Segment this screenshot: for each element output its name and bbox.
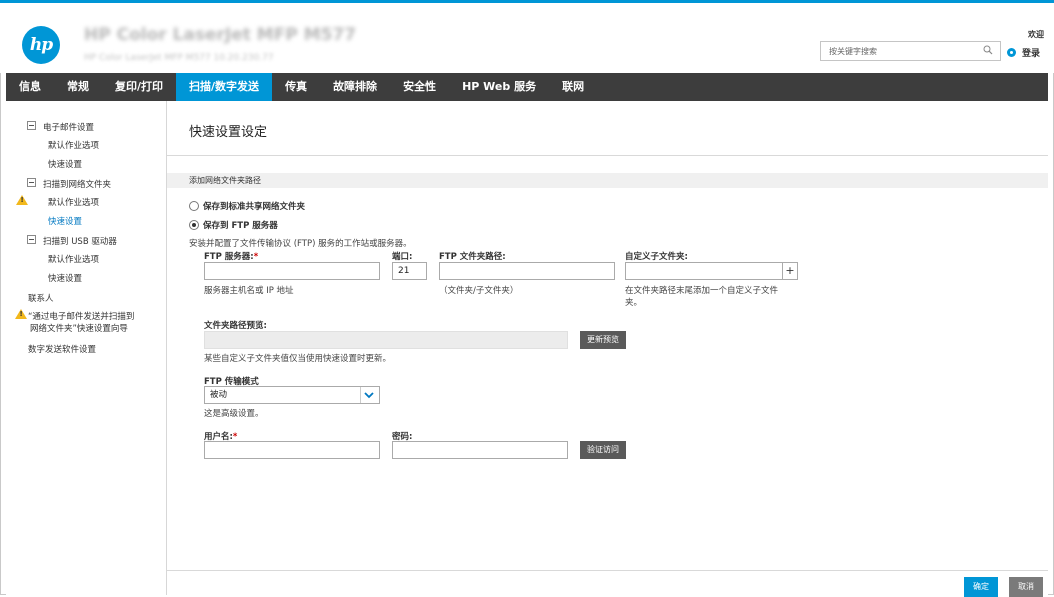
tab-scan-digital-send[interactable]: 扫描/数字发送 <box>176 73 273 101</box>
sidebar-item-digital-sending-software[interactable]: 数字发送软件设置 <box>28 343 96 355</box>
sidebar-item-folder-default-options[interactable]: 默认作业选项 <box>48 196 99 208</box>
transfer-mode-select[interactable]: 被动 <box>204 386 380 404</box>
search-input[interactable] <box>821 42 971 60</box>
custom-subfolder-hint-line2: 夹。 <box>625 298 643 308</box>
collapse-icon[interactable] <box>27 121 36 130</box>
ftp-server-input[interactable] <box>204 262 380 280</box>
sidebar-item-scan-usb[interactable]: 扫描到 USB 驱动器 <box>43 235 117 247</box>
required-mark: * <box>253 252 259 262</box>
warning-icon <box>16 195 28 205</box>
sidebar-item-contacts[interactable]: 联系人 <box>28 292 54 304</box>
search-icon[interactable] <box>983 45 993 55</box>
header: hp HP Color LaserJet MFP M577 HP Color L… <box>0 3 1054 73</box>
sidebar-item-wizard-line2[interactable]: 网络文件夹”快速设置向导 <box>30 322 128 334</box>
username-input[interactable] <box>204 441 380 459</box>
select-separator <box>360 387 361 403</box>
chevron-down-icon[interactable] <box>363 389 375 401</box>
custom-subfolder-input[interactable] <box>625 262 783 280</box>
radio-button[interactable] <box>189 201 199 211</box>
password-input[interactable] <box>392 441 568 459</box>
ok-button[interactable]: 确定 <box>964 577 998 597</box>
add-subfolder-button[interactable]: + <box>782 262 798 280</box>
tab-info[interactable]: 信息 <box>6 73 54 101</box>
collapse-icon[interactable] <box>27 178 36 187</box>
tab-security[interactable]: 安全性 <box>390 73 449 101</box>
sidebar-item-usb-quick-sets[interactable]: 快速设置 <box>48 272 82 284</box>
main-content: 快速设置设定 添加网络文件夹路径 保存到标准共享网络文件夹 保存到 FTP 服务… <box>167 101 1048 597</box>
sidebar-item-email-quick-sets[interactable]: 快速设置 <box>48 158 82 170</box>
radio-button[interactable] <box>189 220 199 230</box>
custom-subfolder-hint: 在文件夹路径末尾添加一个自定义子文件 <box>625 286 779 296</box>
tab-hp-web-services[interactable]: HP Web 服务 <box>449 73 549 101</box>
page-title: 快速设置设定 <box>189 125 268 140</box>
preview-label: 文件夹路径预览: <box>204 321 267 331</box>
ftp-server-label: FTP 服务器:* <box>204 250 258 262</box>
ftp-server-label-text: FTP 服务器: <box>204 252 254 262</box>
hp-logo: hp <box>22 26 60 64</box>
tab-copy-print[interactable]: 复印/打印 <box>102 73 176 101</box>
radio-shared-folder[interactable]: 保存到标准共享网络文件夹 <box>189 200 305 212</box>
sidebar-item-email-default-options[interactable]: 默认作业选项 <box>48 139 99 151</box>
login-label: 登录 <box>1022 49 1041 59</box>
port-input[interactable]: 21 <box>392 262 427 280</box>
port-label: 端口: <box>392 252 413 262</box>
advanced-note: 这是高级设置。 <box>204 409 264 419</box>
tab-general[interactable]: 常规 <box>54 73 102 101</box>
radio-ftp-server-label: 保存到 FTP 服务器 <box>203 221 278 231</box>
verify-access-button[interactable]: 验证访问 <box>580 441 626 459</box>
sidebar: 电子邮件设置 默认作业选项 快速设置 扫描到网络文件夹 默认作业选项 快速设置 … <box>6 101 167 595</box>
welcome-text: 欢迎 <box>1028 30 1044 39</box>
cancel-button[interactable]: 取消 <box>1009 577 1043 597</box>
ftp-path-label: FTP 文件夹路径: <box>439 252 506 262</box>
user-icon <box>1007 48 1016 57</box>
radio-shared-folder-label: 保存到标准共享网络文件夹 <box>203 202 306 212</box>
ftp-path-input[interactable] <box>439 262 615 280</box>
ftp-path-hint: （文件夹/子文件夹） <box>439 286 519 296</box>
search-box[interactable] <box>820 41 1001 61</box>
login-link[interactable]: 登录 <box>1007 46 1040 59</box>
sidebar-item-wizard[interactable]: “通过电子邮件发送并扫描到 <box>28 310 134 322</box>
divider <box>167 155 1048 156</box>
transfer-mode-value: 被动 <box>210 390 228 400</box>
update-preview-button[interactable]: 更新预览 <box>580 331 626 349</box>
footer-divider <box>167 570 1048 571</box>
section-header: 添加网络文件夹路径 <box>167 173 1048 188</box>
tab-fax[interactable]: 传真 <box>272 73 320 101</box>
tab-troubleshooting[interactable]: 故障排除 <box>320 73 390 101</box>
main-nav: 信息 常规 复印/打印 扫描/数字发送 传真 故障排除 安全性 HP Web 服… <box>6 73 1048 101</box>
printer-address: HP Color LaserJet MFP M577 10.20.230.77 <box>84 53 274 63</box>
warning-icon <box>15 309 27 319</box>
preview-note: 某些自定义子文件夹值仅当使用快速设置时更新。 <box>204 354 392 364</box>
custom-subfolder-label: 自定义子文件夹: <box>625 252 688 262</box>
printer-name: HP Color LaserJet MFP M577 <box>84 25 357 45</box>
radio-ftp-server[interactable]: 保存到 FTP 服务器 <box>189 219 278 231</box>
sidebar-item-email-setup[interactable]: 电子邮件设置 <box>43 121 94 133</box>
tab-networking[interactable]: 联网 <box>549 73 597 101</box>
collapse-icon[interactable] <box>27 235 36 244</box>
path-preview-field <box>204 331 568 349</box>
sidebar-item-scan-network-folder[interactable]: 扫描到网络文件夹 <box>43 178 111 190</box>
ftp-description: 安装并配置了文件传输协议 (FTP) 服务的工作站或服务器。 <box>189 239 412 249</box>
ftp-server-hint: 服务器主机名或 IP 地址 <box>204 286 294 296</box>
sidebar-item-folder-quick-sets[interactable]: 快速设置 <box>48 215 82 227</box>
sidebar-item-usb-default-options[interactable]: 默认作业选项 <box>48 253 99 265</box>
